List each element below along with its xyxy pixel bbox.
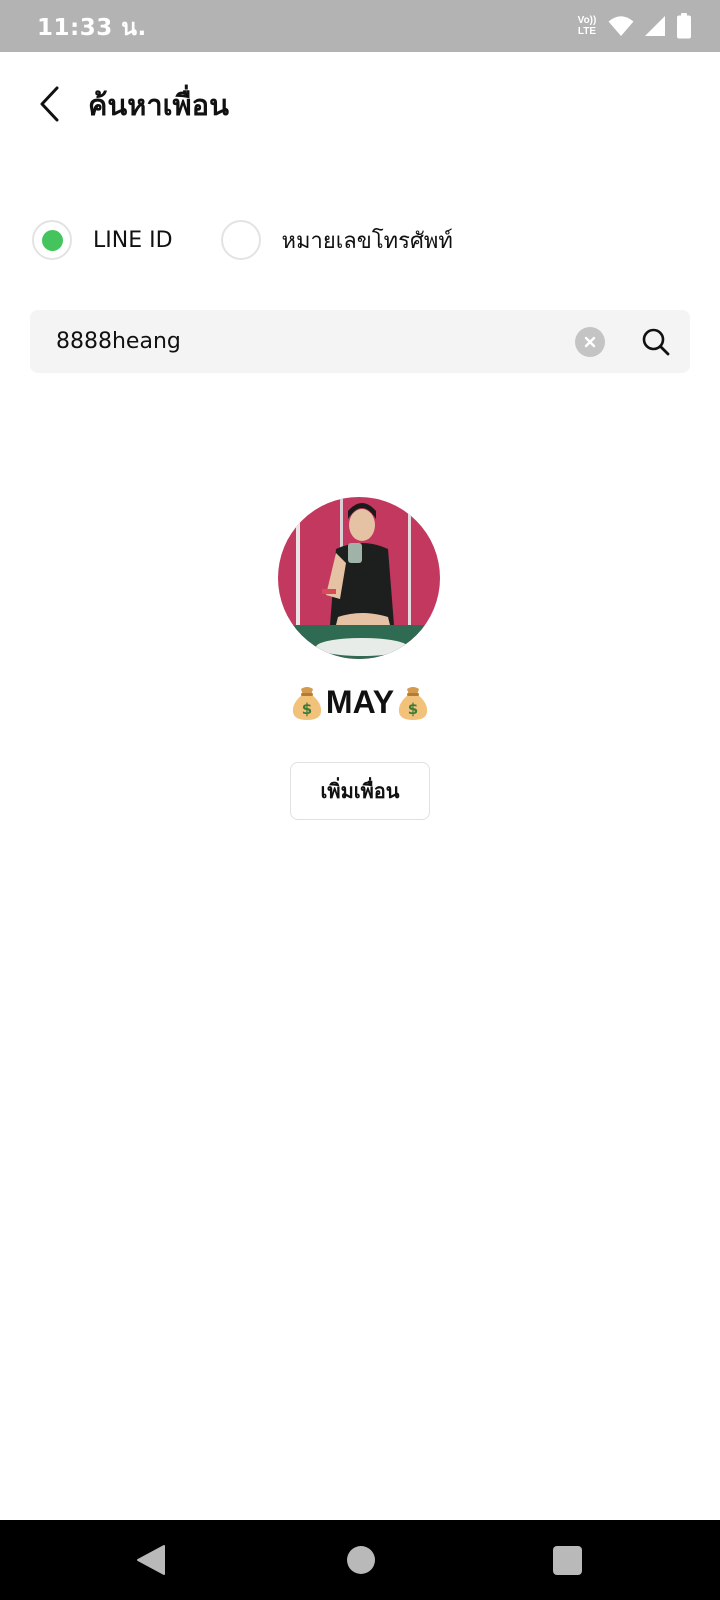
volte-bottom-label: LTE [577, 26, 597, 37]
nav-recents-icon[interactable] [553, 1546, 582, 1575]
search-button[interactable] [638, 324, 674, 360]
search-icon [642, 328, 670, 356]
radio-button-phone-number[interactable] [220, 220, 261, 260]
radio-label-phone-number: หมายเลขโทรศัพท์ [281, 228, 453, 254]
profile-name: MAY [325, 683, 395, 720]
add-friend-button[interactable]: เพิ่มเพื่อน [290, 762, 430, 820]
radio-button-line-id[interactable] [32, 220, 72, 260]
navigation-bar [0, 1520, 720, 1600]
app-header: ค้นหาเพื่อน [0, 52, 720, 156]
radio-selected-dot [41, 229, 63, 251]
money-bag-icon: $ [292, 687, 321, 720]
nav-back-icon[interactable] [134, 1542, 170, 1578]
chevron-left-icon [40, 86, 59, 122]
radio-option-phone-number[interactable]: หมายเลขโทรศัพท์ [220, 220, 453, 260]
search-type-radio-group: LINE ID หมายเลขโทรศัพท์ [32, 218, 453, 262]
clear-icon [584, 336, 596, 348]
wifi-icon [608, 16, 634, 36]
battery-icon [677, 13, 691, 39]
search-box [30, 310, 690, 373]
page-title: ค้นหาเพื่อน [88, 88, 229, 122]
back-button[interactable] [26, 76, 74, 132]
radio-label-line-id: LINE ID [93, 227, 173, 253]
avatar[interactable] [278, 497, 440, 659]
status-bar: 11:33 น. Vo)) LTE [0, 0, 720, 52]
avatar-photo [278, 497, 440, 659]
status-icons: Vo)) LTE [576, 12, 692, 40]
profile-name-row: $ MAY $ [0, 683, 720, 721]
radio-option-line-id[interactable]: LINE ID [32, 220, 173, 260]
nav-home-icon[interactable] [347, 1546, 375, 1574]
volte-icon: Vo)) LTE [576, 13, 598, 39]
status-time: 11:33 น. [37, 15, 147, 41]
signal-icon [645, 16, 665, 36]
search-input[interactable] [56, 310, 576, 373]
svg-text:$: $ [302, 700, 312, 718]
volte-top-label: Vo)) [577, 15, 597, 26]
svg-text:$: $ [408, 700, 418, 718]
money-bag-icon: $ [398, 687, 428, 720]
clear-button[interactable] [575, 327, 605, 357]
